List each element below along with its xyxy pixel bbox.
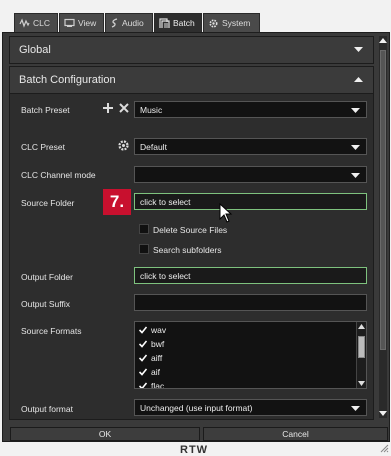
source-folder-label: Source Folder xyxy=(21,198,75,208)
delete-source-label: Delete Source Files xyxy=(153,225,228,235)
output-folder-label: Output Folder xyxy=(21,272,73,282)
batch-preset-value: Music xyxy=(140,104,163,115)
search-subfolders-label: Search subfolders xyxy=(153,245,222,255)
chevron-down-icon xyxy=(351,145,360,150)
mouse-cursor-icon xyxy=(219,203,233,223)
tab-system[interactable]: System xyxy=(203,13,260,32)
checkmark-icon xyxy=(139,368,147,376)
ok-button[interactable]: OK xyxy=(10,427,200,441)
clc-channel-mode-label: CLC Channel mode xyxy=(21,170,96,180)
source-formats-label: Source Formats xyxy=(21,326,82,336)
global-title: Global xyxy=(19,44,51,56)
gear-icon xyxy=(209,18,218,28)
batch-preset-label: Batch Preset xyxy=(21,105,70,115)
format-name: aiff xyxy=(151,353,163,363)
source-folder-value: click to select xyxy=(140,196,191,207)
output-folder-value: click to select xyxy=(140,270,191,281)
clc-channel-mode-select[interactable] xyxy=(134,166,367,183)
delete-source-checkbox[interactable] xyxy=(139,224,149,234)
step-badge: 7. xyxy=(103,189,131,215)
batch-config-title: Batch Configuration xyxy=(19,74,116,86)
batch-icon xyxy=(159,17,170,28)
resize-grip-icon[interactable] xyxy=(380,444,389,453)
checkmark-icon xyxy=(139,326,147,334)
tab-view[interactable]: View xyxy=(59,13,104,32)
gear-icon[interactable] xyxy=(117,139,130,152)
chevron-up-icon xyxy=(354,77,363,82)
tab-batch-label: Batch xyxy=(173,18,195,28)
source-folder-field[interactable]: click to select xyxy=(134,193,367,210)
global-section-header[interactable]: Global xyxy=(9,36,374,64)
main-scroll-thumb[interactable] xyxy=(380,50,386,350)
output-format-label: Output format xyxy=(21,404,73,414)
format-name: flac xyxy=(151,381,165,389)
waveform-icon xyxy=(19,18,30,28)
scroll-down-icon[interactable] xyxy=(358,381,365,386)
checkmark-icon xyxy=(139,354,147,362)
chevron-down-icon xyxy=(351,406,360,411)
output-format-value: Unchanged (use input format) xyxy=(140,402,253,413)
cancel-button[interactable]: Cancel xyxy=(203,427,388,441)
list-item[interactable]: aiff xyxy=(139,353,162,363)
list-scrollbar[interactable] xyxy=(356,322,366,388)
list-item[interactable]: bwf xyxy=(139,339,164,349)
list-item[interactable]: wav xyxy=(139,325,166,335)
main-scrollbar[interactable] xyxy=(379,36,387,418)
tab-view-label: View xyxy=(78,18,97,28)
scroll-up-icon[interactable] xyxy=(358,324,365,329)
batch-preset-select[interactable]: Music xyxy=(134,101,367,118)
clc-preset-select[interactable]: Default xyxy=(134,138,367,155)
scroll-up-icon[interactable] xyxy=(379,38,387,43)
source-formats-list[interactable]: wav bwf aiff aif flac xyxy=(134,321,367,389)
tab-audio[interactable]: Audio xyxy=(105,13,153,32)
chevron-down-icon xyxy=(354,47,363,52)
tab-batch[interactable]: Batch xyxy=(154,13,202,32)
clc-preset-value: Default xyxy=(140,141,167,152)
output-format-select[interactable]: Unchanged (use input format) xyxy=(134,399,367,416)
output-suffix-input[interactable] xyxy=(134,294,367,311)
tab-clc[interactable]: CLC xyxy=(14,13,58,32)
list-item[interactable]: flac xyxy=(139,381,165,389)
monitor-icon xyxy=(64,18,75,27)
tab-audio-label: Audio xyxy=(122,18,144,28)
delete-preset-icon[interactable] xyxy=(118,102,130,114)
checkmark-icon xyxy=(139,382,147,388)
tab-system-label: System xyxy=(222,18,251,28)
search-subfolders-checkbox[interactable] xyxy=(139,244,149,254)
batch-config-header[interactable]: Batch Configuration xyxy=(9,66,374,94)
rtw-logo: RTW xyxy=(180,444,209,456)
output-suffix-label: Output Suffix xyxy=(21,299,70,309)
add-preset-icon[interactable] xyxy=(102,102,114,114)
list-scroll-thumb[interactable] xyxy=(358,336,365,358)
chevron-down-icon xyxy=(351,108,360,113)
clc-preset-label: CLC Preset xyxy=(21,142,65,152)
format-name: aif xyxy=(151,367,160,377)
format-name: wav xyxy=(151,325,167,335)
tab-bar: CLC View Audio Batch System xyxy=(0,0,391,32)
checkmark-icon xyxy=(139,340,147,348)
scroll-down-icon[interactable] xyxy=(379,411,387,416)
tab-clc-label: CLC xyxy=(33,18,51,28)
output-folder-field[interactable]: click to select xyxy=(134,267,367,284)
list-item[interactable]: aif xyxy=(139,367,160,377)
audio-icon xyxy=(111,18,118,28)
chevron-down-icon xyxy=(351,173,360,178)
format-name: bwf xyxy=(151,339,165,349)
